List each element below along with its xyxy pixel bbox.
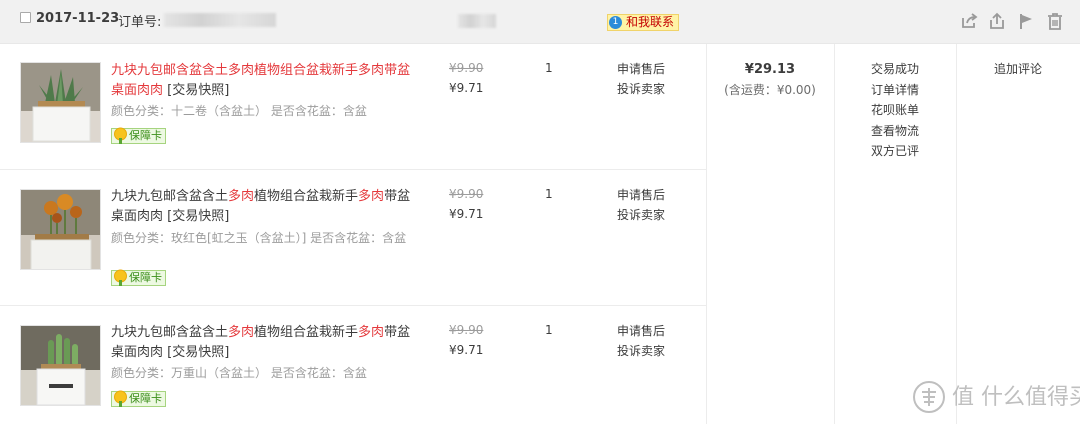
- snapshot-link[interactable]: [交易快照]: [167, 209, 229, 224]
- contact-label: 和我联系: [626, 15, 675, 29]
- contact-seller-button[interactable]: 1 和我联系: [607, 14, 680, 31]
- product-thumbnail[interactable]: [20, 189, 101, 270]
- order-card: 2017-11-23 订单号: 1 和我联系 九块九包邮含盆含土多肉植物组合盆栽…: [0, 0, 1080, 424]
- guarantee-badge[interactable]: 保障卡: [111, 127, 166, 144]
- snapshot-link[interactable]: [交易快照]: [167, 345, 229, 360]
- product-thumbnail[interactable]: [20, 62, 101, 143]
- redacted-order-number: [164, 13, 276, 27]
- redacted-shop-name[interactable]: [458, 14, 496, 28]
- order-number-label: 订单号:: [118, 15, 162, 30]
- complain-seller-link[interactable]: 投诉卖家: [617, 205, 665, 225]
- guarantee-icon: [114, 269, 127, 286]
- quantity: 1: [545, 187, 553, 201]
- quantity: 1: [545, 61, 553, 75]
- guarantee-badge[interactable]: 保障卡: [111, 269, 166, 286]
- order-date: 2017-11-23: [36, 11, 120, 26]
- product-title-link[interactable]: 九块九包邮含盆含土多肉植物组合盆栽新手多肉带盆桌面肉肉 [交易快照]: [111, 61, 416, 101]
- product-thumbnail[interactable]: [20, 325, 101, 406]
- watermark-text: 值 什么值得买: [952, 385, 1080, 410]
- order-detail-link[interactable]: 订单详情: [834, 80, 956, 101]
- product-title-link[interactable]: 九块九包邮含盆含土多肉植物组合盆栽新手多肉带盆桌面肉肉 [交易快照]: [111, 323, 416, 363]
- view-logistics-link[interactable]: 查看物流: [834, 121, 956, 142]
- apply-after-sale-link[interactable]: 申请售后: [617, 185, 665, 205]
- flag-icon[interactable]: [1017, 12, 1035, 30]
- original-price: ¥9.90: [449, 61, 484, 75]
- add-review-link[interactable]: 追加评论: [956, 59, 1080, 79]
- apply-after-sale-link[interactable]: 申请售后: [617, 321, 665, 341]
- guarantee-icon: [114, 127, 127, 144]
- total-amount: ¥29.13: [744, 62, 796, 77]
- order-header: 2017-11-23 订单号: 1 和我联系: [0, 0, 1080, 44]
- actual-price: ¥9.71: [449, 207, 484, 221]
- complain-seller-link[interactable]: 投诉卖家: [617, 341, 665, 361]
- product-sku: 颜色分类：十二卷（含盆土） 是否含花盆：含盆: [111, 104, 367, 118]
- column-divider: [956, 44, 957, 424]
- snapshot-link[interactable]: [交易快照]: [167, 83, 229, 98]
- guarantee-badge[interactable]: 保障卡: [111, 390, 166, 407]
- order-select-checkbox[interactable]: [20, 12, 31, 23]
- smzdm-logo-icon: [913, 381, 945, 413]
- order-item-row: 九块九包邮含盆含土多肉植物组合盆栽新手多肉带盆桌面肉肉 [交易快照] 颜色分类：…: [0, 306, 706, 424]
- apply-after-sale-link[interactable]: 申请售后: [617, 59, 665, 79]
- order-status: 交易成功 订单详情 花呗账单 查看物流 双方已评: [834, 59, 956, 162]
- item-actions: 申请售后 投诉卖家: [617, 185, 665, 225]
- original-price: ¥9.90: [449, 323, 484, 337]
- shipping-fee: (含运费：¥0.00): [724, 83, 816, 97]
- product-sku: 颜色分类：玫红色[虹之玉（含盆土）] 是否含花盆：含盆: [111, 231, 407, 245]
- order-total: ¥29.13 (含运费：¥0.00): [706, 60, 834, 100]
- complain-seller-link[interactable]: 投诉卖家: [617, 79, 665, 99]
- product-sku: 颜色分类：万重山（含盆土） 是否含花盆：含盆: [111, 366, 367, 380]
- column-divider: [706, 44, 707, 424]
- quantity: 1: [545, 323, 553, 337]
- export-icon[interactable]: [988, 12, 1006, 30]
- trash-icon[interactable]: [1046, 12, 1064, 30]
- order-item-row: 九块九包邮含盆含土多肉植物组合盆栽新手多肉带盆桌面肉肉 [交易快照] 颜色分类：…: [0, 170, 706, 306]
- item-actions: 申请售后 投诉卖家: [617, 321, 665, 361]
- huabei-bill-link[interactable]: 花呗账单: [834, 100, 956, 121]
- chat-icon: 1: [609, 16, 622, 29]
- share-icon[interactable]: [960, 12, 978, 30]
- item-actions: 申请售后 投诉卖家: [617, 59, 665, 99]
- actual-price: ¥9.71: [449, 81, 484, 95]
- actual-price: ¥9.71: [449, 343, 484, 357]
- status-trade-success: 交易成功: [870, 62, 919, 76]
- original-price: ¥9.90: [449, 187, 484, 201]
- guarantee-icon: [114, 390, 127, 407]
- order-item-row: 九块九包邮含盆含土多肉植物组合盆栽新手多肉带盆桌面肉肉 [交易快照] 颜色分类：…: [0, 44, 706, 170]
- both-reviewed-link[interactable]: 双方已评: [834, 141, 956, 162]
- product-title-link[interactable]: 九块九包邮含盆含土多肉植物组合盆栽新手多肉带盆桌面肉肉 [交易快照]: [111, 187, 416, 227]
